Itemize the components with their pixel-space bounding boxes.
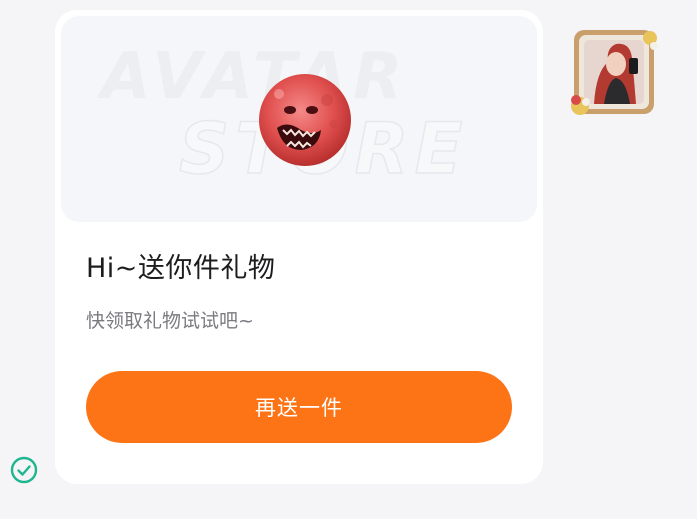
gift-subtitle: 快领取礼物试试吧~	[86, 310, 254, 332]
banner-watermark-top: AVATAR	[101, 40, 409, 114]
avatar-store-banner: AVATAR STORE	[61, 16, 537, 222]
gift-message-card: AVATAR STORE	[55, 10, 543, 484]
send-another-button[interactable]: 再送一件	[86, 371, 512, 443]
chat-view: AVATAR STORE	[0, 0, 697, 519]
user-avatar[interactable]	[566, 24, 662, 120]
check-circle-icon	[10, 456, 38, 484]
gift-title: Hi~送你件礼物	[86, 253, 276, 284]
red-moon-face-icon	[259, 74, 351, 166]
